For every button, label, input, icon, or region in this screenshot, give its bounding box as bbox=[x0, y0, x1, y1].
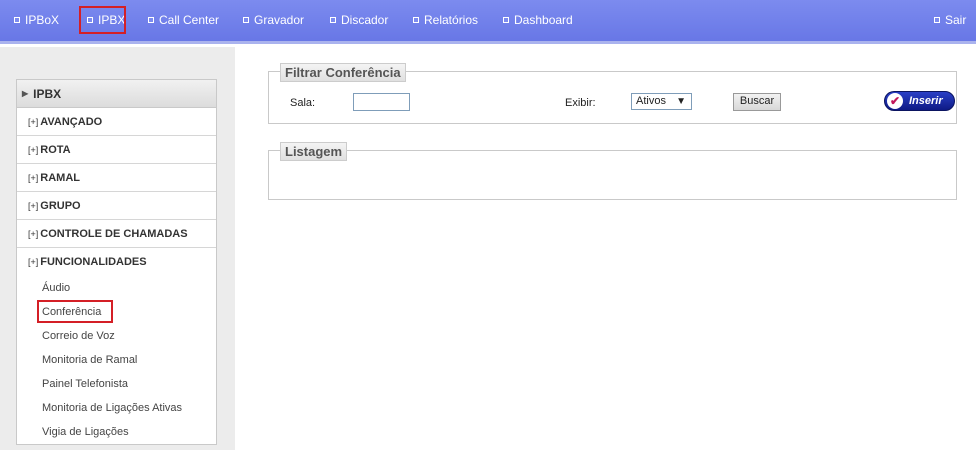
nav-item-label: Call Center bbox=[159, 13, 220, 27]
sidebar-section-rota[interactable]: [+] ROTA bbox=[17, 136, 216, 164]
inserir-button[interactable]: ✔ Inserir bbox=[884, 91, 955, 111]
section-label: AVANÇADO bbox=[40, 115, 103, 128]
checkmark-icon: ✔ bbox=[887, 93, 903, 109]
nav-item-label: Sair bbox=[945, 13, 967, 27]
nav-highlight-box bbox=[79, 6, 126, 34]
nav-item-gravador[interactable]: Gravador bbox=[243, 13, 304, 27]
exibir-select[interactable]: Ativos ▼ bbox=[631, 93, 692, 110]
bullet-icon bbox=[503, 17, 509, 23]
buscar-button[interactable]: Buscar bbox=[733, 93, 781, 111]
section-label: CONTROLE DE CHAMADAS bbox=[40, 227, 188, 240]
nav-item-label: IPBoX bbox=[25, 13, 60, 27]
bullet-icon bbox=[330, 17, 336, 23]
sidebar-section-funcionalidades[interactable]: [+] FUNCIONALIDADES bbox=[17, 248, 216, 276]
sidebar-section-controle-de-chamadas[interactable]: [+] CONTROLE DE CHAMADAS bbox=[17, 220, 216, 248]
sidebar-item-monitoria-de-ligacoes-ativas[interactable]: Monitoria de Ligações Ativas bbox=[17, 396, 216, 420]
section-label: RAMAL bbox=[40, 171, 80, 184]
nav-item-label: Dashboard bbox=[514, 13, 573, 27]
sidebar-header[interactable]: ▶ IPBX bbox=[17, 80, 216, 108]
sidebar-section-avancado[interactable]: [+] AVANÇADO bbox=[17, 108, 216, 136]
nav-item-label: Relatórios bbox=[424, 13, 479, 27]
bullet-icon bbox=[413, 17, 419, 23]
sidebar-section-ramal[interactable]: [+] RAMAL bbox=[17, 164, 216, 192]
nav-item-discador[interactable]: Discador bbox=[330, 13, 388, 27]
section-label: ROTA bbox=[40, 143, 71, 156]
nav-item-dashboard[interactable]: Dashboard bbox=[503, 13, 573, 27]
expand-icon: [+] bbox=[28, 257, 39, 267]
listing-fieldset: Listagem bbox=[268, 142, 957, 200]
expand-icon: [+] bbox=[28, 200, 39, 211]
sidebar-item-painel-telefonista[interactable]: Painel Telefonista bbox=[17, 372, 216, 396]
bullet-icon bbox=[14, 17, 20, 23]
expand-icon: [+] bbox=[28, 144, 39, 155]
sidebar-menu: ▶ IPBX [+] AVANÇADO [+] ROTA [+] RAMAL [… bbox=[16, 79, 217, 445]
expand-icon: [+] bbox=[28, 172, 39, 183]
filter-fieldset: Filtrar Conferência Sala: Exibir: Ativos… bbox=[268, 63, 957, 124]
dropdown-arrow-icon: ▼ bbox=[676, 96, 686, 107]
sidebar-highlight-box bbox=[37, 300, 113, 323]
bullet-icon bbox=[934, 17, 940, 23]
sala-input[interactable] bbox=[353, 93, 410, 111]
expand-icon: [+] bbox=[28, 116, 39, 127]
bullet-icon bbox=[148, 17, 154, 23]
nav-item-relatorios[interactable]: Relatórios bbox=[413, 13, 478, 27]
bullet-icon bbox=[243, 17, 249, 23]
sidebar-item-correio-de-voz[interactable]: Correio de Voz bbox=[17, 324, 216, 348]
top-navigation-bar: IPBoX IPBX Call Center Gravador Discador… bbox=[0, 0, 976, 44]
filter-legend: Filtrar Conferência bbox=[280, 63, 406, 82]
expand-icon: [+] bbox=[28, 228, 39, 239]
exibir-label: Exibir: bbox=[565, 97, 596, 109]
nav-item-sair[interactable]: Sair bbox=[934, 13, 966, 27]
inserir-label: Inserir bbox=[909, 95, 943, 107]
section-label: FUNCIONALIDADES bbox=[40, 256, 147, 268]
exibir-selected-value: Ativos bbox=[636, 95, 666, 107]
nav-item-label: Discador bbox=[341, 13, 389, 27]
sidebar-item-audio[interactable]: Áudio bbox=[17, 276, 216, 300]
sidebar-header-label: IPBX bbox=[33, 86, 62, 101]
sidebar-item-monitoria-de-ramal[interactable]: Monitoria de Ramal bbox=[17, 348, 216, 372]
nav-item-label: Gravador bbox=[254, 13, 305, 27]
sidebar-item-vigia-de-ligacoes[interactable]: Vigia de Ligações bbox=[17, 420, 216, 444]
section-label: GRUPO bbox=[40, 199, 81, 212]
listing-legend: Listagem bbox=[280, 142, 348, 161]
sala-label: Sala: bbox=[290, 97, 316, 109]
nav-item-call-center[interactable]: Call Center bbox=[148, 13, 219, 27]
triangle-right-icon: ▶ bbox=[22, 89, 29, 98]
nav-item-ipbox[interactable]: IPBoX bbox=[14, 13, 59, 27]
sidebar-section-grupo[interactable]: [+] GRUPO bbox=[17, 192, 216, 220]
